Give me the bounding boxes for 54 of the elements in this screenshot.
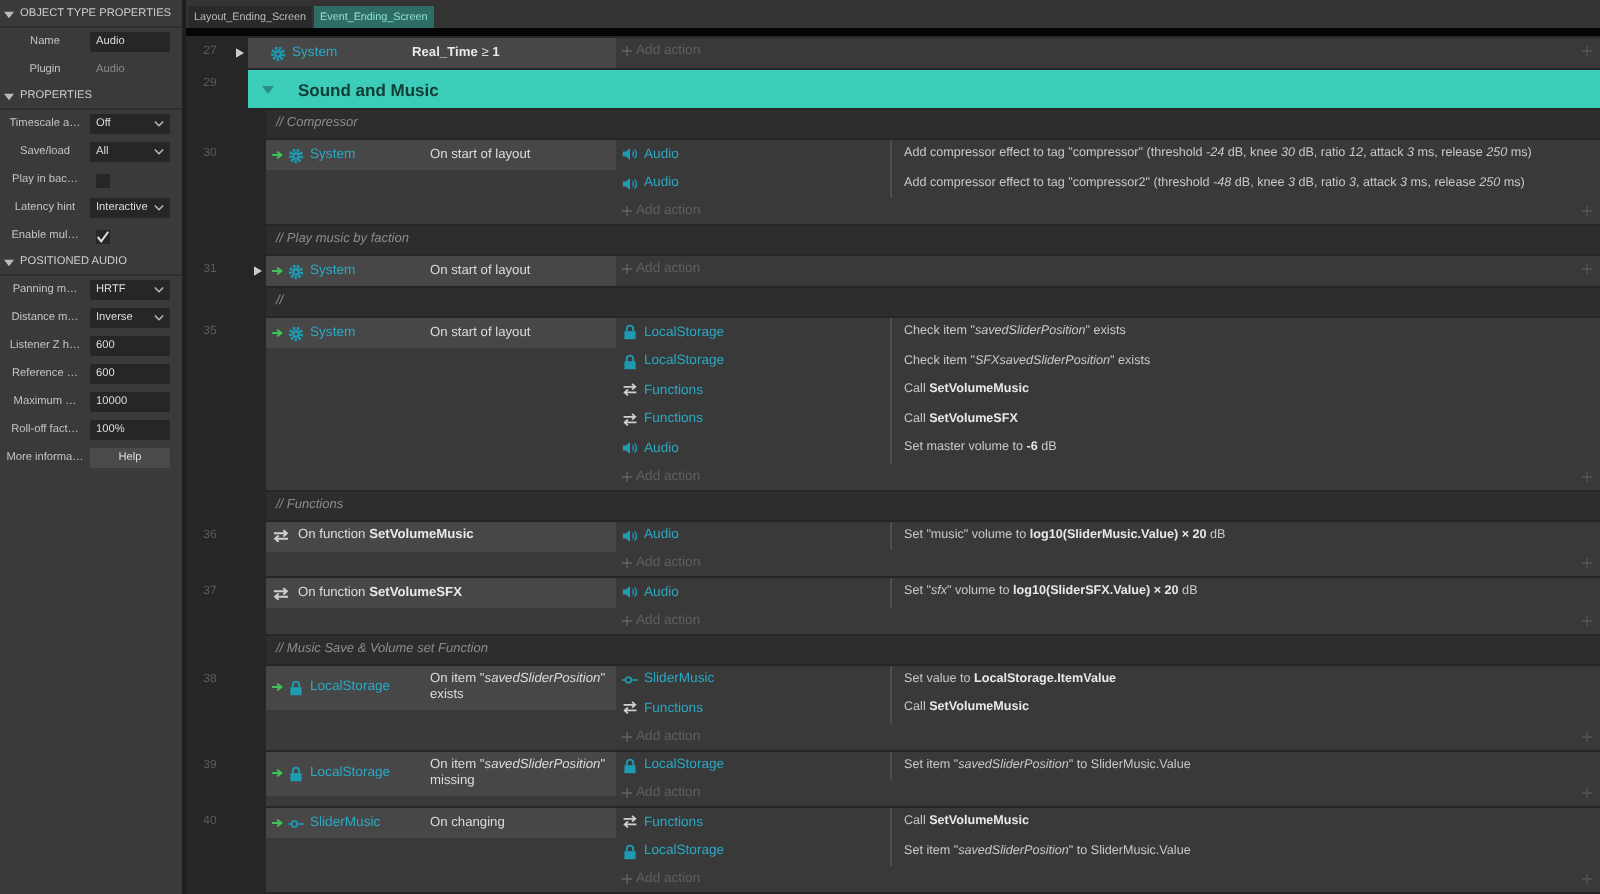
chevron-down-icon	[154, 120, 164, 128]
speaker-icon	[622, 527, 638, 544]
plus-icon[interactable]	[1582, 46, 1592, 56]
expand-triangle-icon[interactable]	[4, 257, 14, 267]
loop-arrows-icon	[272, 585, 290, 601]
plus-icon	[622, 558, 632, 568]
plus-icon[interactable]	[1582, 264, 1592, 274]
loop-arrows-icon	[622, 700, 638, 717]
plus-icon[interactable]	[1582, 206, 1592, 216]
lock-icon	[622, 843, 638, 860]
speaker-icon	[622, 584, 638, 601]
gear-icon	[288, 325, 304, 341]
expand-triangle-icon[interactable]	[4, 9, 14, 19]
expand-triangle-icon[interactable]	[4, 91, 14, 101]
plus-icon	[622, 206, 632, 216]
plus-icon[interactable]	[1582, 874, 1592, 884]
plus-icon	[622, 615, 632, 625]
group-header[interactable]: Sound and Music	[248, 70, 1600, 108]
gear-icon	[288, 147, 304, 163]
plus-icon[interactable]	[1582, 471, 1592, 481]
lock-icon	[622, 324, 638, 341]
speaker-icon	[622, 146, 638, 163]
lock-icon	[288, 765, 304, 781]
loop-arrows-icon	[622, 411, 638, 428]
plus-icon	[622, 46, 632, 56]
plus-icon[interactable]	[1582, 558, 1592, 568]
loop-arrows-icon	[622, 382, 638, 399]
lock-icon	[622, 353, 638, 370]
collapsed-triangle-icon[interactable]	[236, 48, 244, 58]
chevron-down-icon	[154, 286, 164, 294]
gear-icon	[270, 45, 286, 61]
speaker-icon	[622, 175, 638, 192]
group-title: Sound and Music	[298, 79, 439, 99]
plus-icon	[622, 731, 632, 741]
plus-icon	[622, 471, 632, 481]
collapsed-triangle-icon[interactable]	[254, 266, 262, 276]
gear-icon	[288, 263, 304, 279]
plus-icon[interactable]	[1582, 615, 1592, 625]
chevron-down-icon	[154, 204, 164, 212]
loop-arrows-icon	[622, 814, 638, 831]
chevron-down-icon	[154, 148, 164, 156]
loop-arrows-icon	[272, 528, 290, 544]
checkbox[interactable]	[96, 229, 110, 243]
lock-icon	[622, 757, 638, 774]
slider-icon	[288, 815, 304, 831]
speaker-icon	[622, 440, 638, 457]
plus-icon[interactable]	[1582, 788, 1592, 798]
chevron-down-icon	[154, 314, 164, 322]
plus-icon[interactable]	[1582, 731, 1592, 741]
plus-icon	[622, 874, 632, 884]
plus-icon	[622, 264, 632, 274]
lock-icon	[288, 679, 304, 695]
slider-icon	[622, 671, 638, 688]
plus-icon	[622, 788, 632, 798]
